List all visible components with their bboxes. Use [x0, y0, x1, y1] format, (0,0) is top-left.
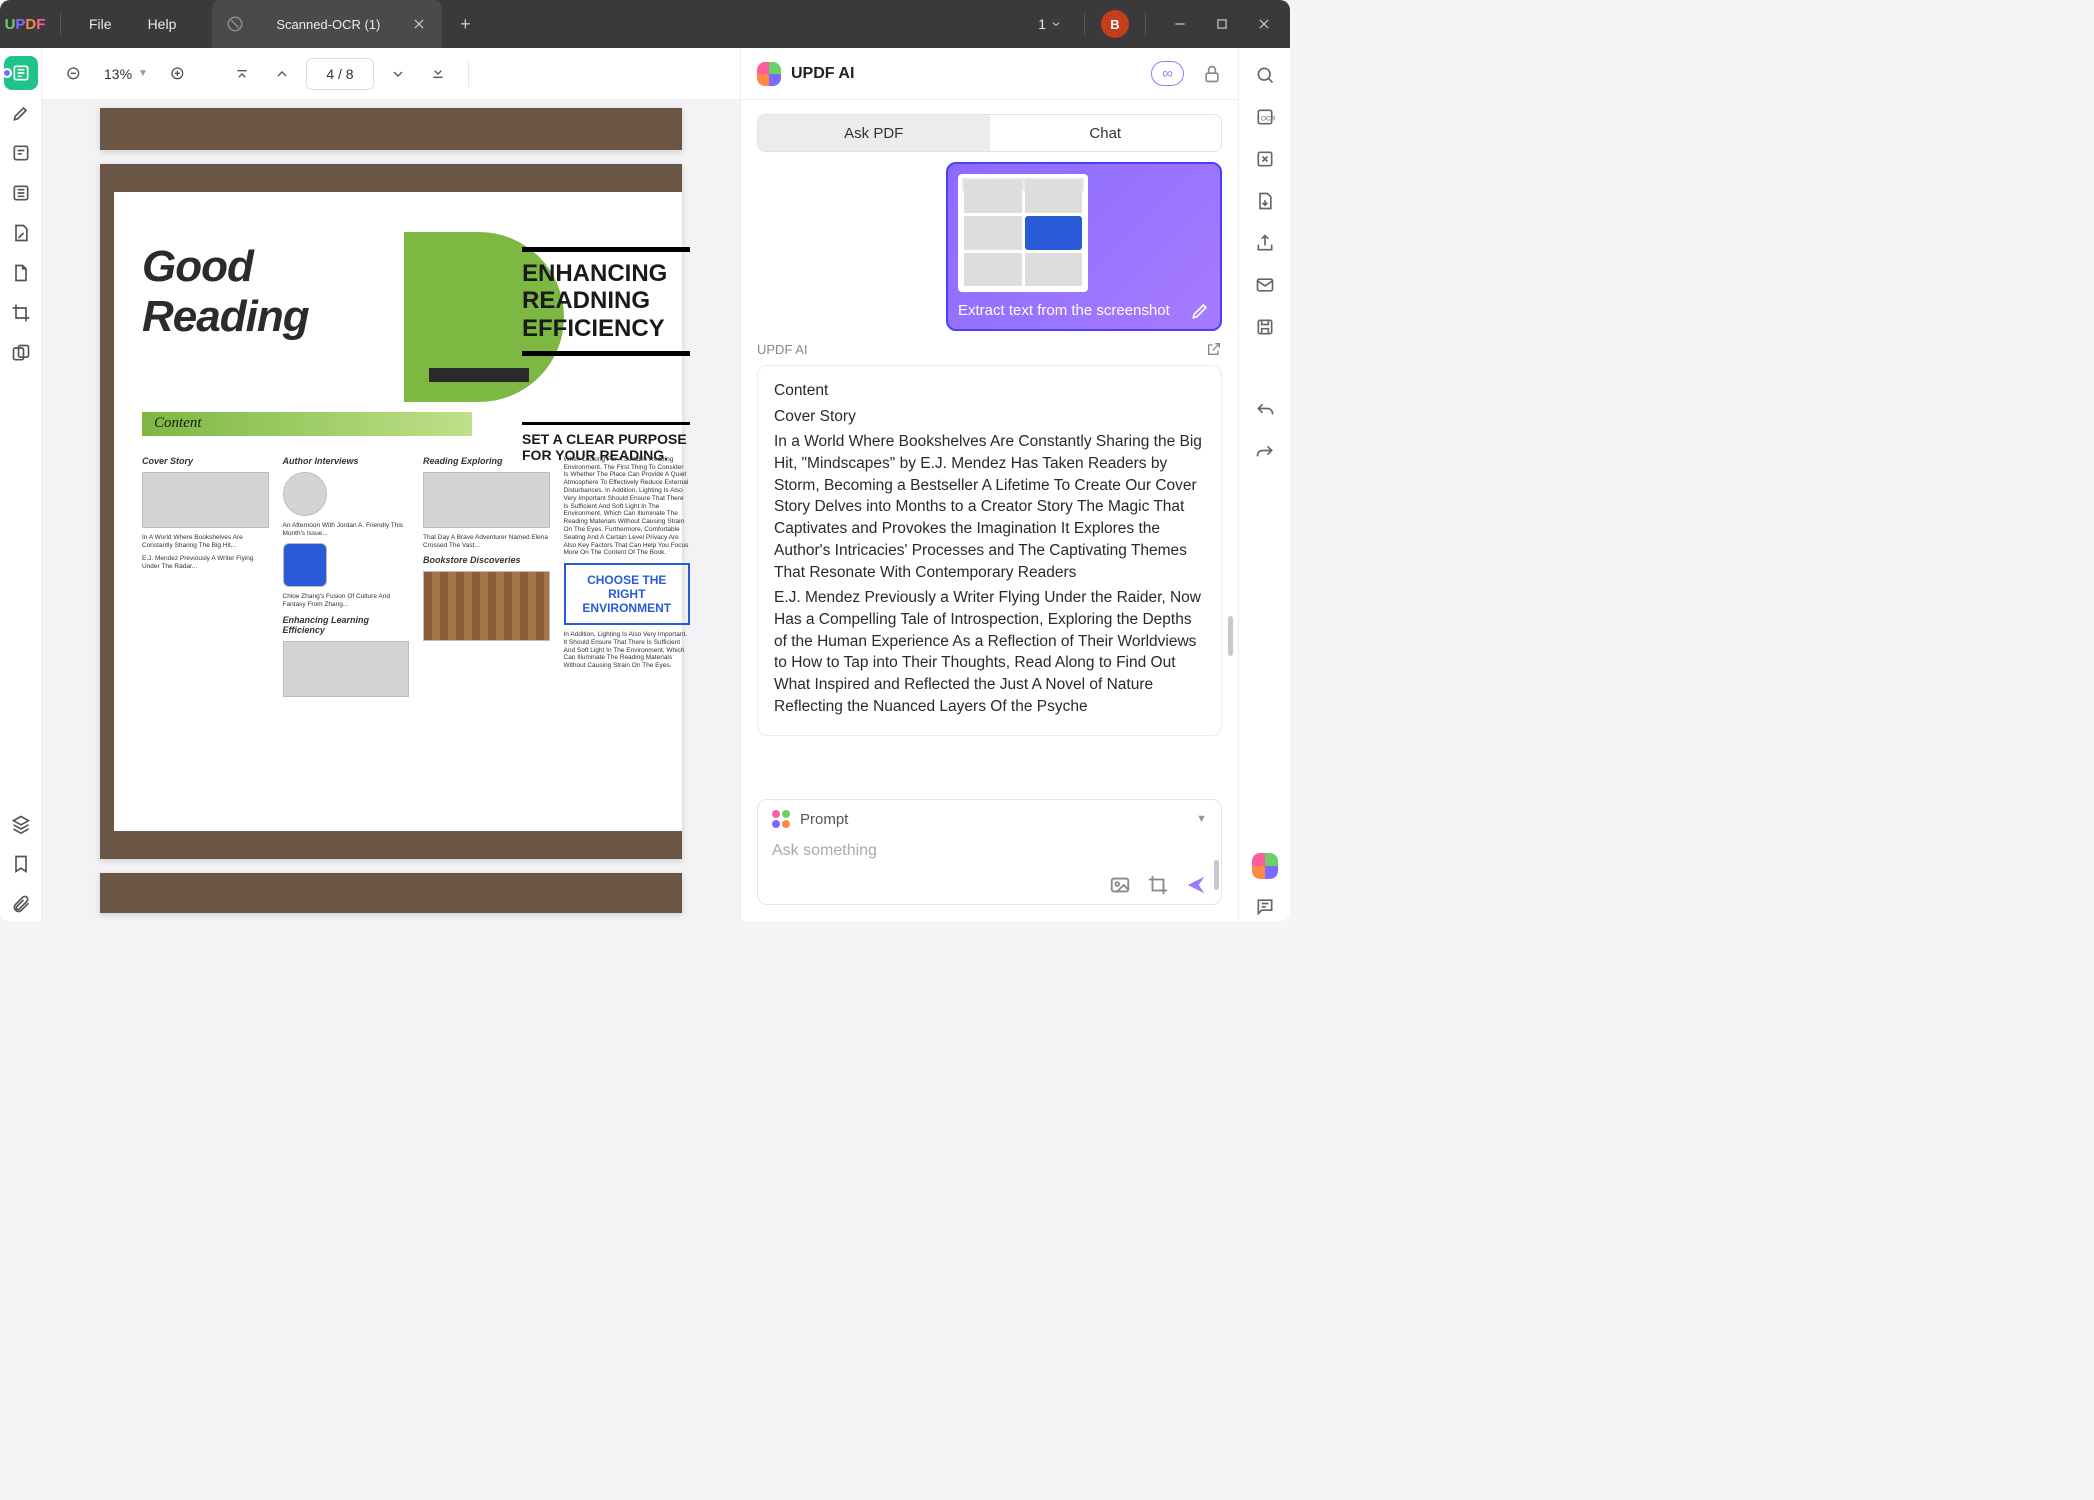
share-button[interactable] — [1250, 228, 1280, 258]
chevron-down-icon: ▼ — [1196, 813, 1207, 825]
response-line-2: Cover Story — [774, 406, 1205, 428]
unsaved-icon — [226, 15, 244, 33]
edit-text-tool[interactable] — [4, 176, 38, 210]
zoom-select[interactable]: 13% ▼ — [98, 66, 154, 82]
document-viewport[interactable]: Good Reading ENHANCING READNING EFFICIEN… — [42, 100, 740, 921]
choose-box: CHOOSE THE RIGHT ENVIRONMENT — [564, 563, 691, 625]
ai-panel: UPDF AI ∞ Ask PDF Chat Extract text from… — [740, 48, 1238, 921]
chat-input[interactable] — [772, 834, 1207, 868]
redo-button[interactable] — [1250, 438, 1280, 468]
zoom-value: 13% — [104, 66, 132, 82]
ai-logo-icon — [757, 62, 781, 86]
bookmark-button[interactable] — [4, 847, 38, 881]
prompt-selector[interactable]: Prompt ▼ — [772, 810, 1207, 828]
right-sidebar: OCR — [1238, 48, 1290, 921]
attachment-button[interactable] — [4, 887, 38, 921]
window-count-value: 1 — [1038, 16, 1046, 32]
menu-help[interactable]: Help — [130, 16, 195, 32]
undo-button[interactable] — [1250, 396, 1280, 426]
left-sidebar — [0, 48, 42, 921]
response-para-2: E.J. Mendez Previously a Writer Flying U… — [774, 587, 1205, 717]
col2-head: Author Interviews — [283, 456, 410, 466]
save-button[interactable] — [1250, 312, 1280, 342]
col2b-head: Enhancing Learning Efficiency — [283, 615, 410, 635]
document-tab[interactable]: Scanned-OCR (1) — [212, 0, 442, 48]
composer-scrollbar[interactable] — [1214, 860, 1219, 890]
close-window-button[interactable] — [1246, 6, 1282, 42]
page-tool[interactable] — [4, 216, 38, 250]
open-external-icon[interactable] — [1206, 341, 1222, 357]
app-logo: UPDF — [0, 0, 50, 48]
headline-1: Good — [142, 242, 309, 292]
export-button[interactable] — [1250, 186, 1280, 216]
first-page-button[interactable] — [226, 58, 258, 90]
ai-toggle-button[interactable] — [1252, 853, 1278, 879]
response-source-label: UPDF AI — [757, 342, 808, 357]
tab-chat[interactable]: Chat — [990, 115, 1222, 151]
zoom-in-button[interactable] — [162, 58, 194, 90]
user-avatar[interactable]: B — [1101, 10, 1129, 38]
last-page-button[interactable] — [422, 58, 454, 90]
page-next-sliver — [100, 873, 682, 913]
minimize-button[interactable] — [1162, 6, 1198, 42]
prompt-label: Prompt — [800, 811, 1186, 828]
chevron-down-icon — [1050, 18, 1062, 30]
email-button[interactable] — [1250, 270, 1280, 300]
infinity-button[interactable]: ∞ — [1151, 61, 1184, 86]
headline-2: Reading — [142, 292, 309, 342]
col4-p2: In Addition, Lighting Is Also Very Impor… — [564, 631, 691, 670]
col1-head: Cover Story — [142, 456, 269, 466]
tab-ask-pdf[interactable]: Ask PDF — [758, 115, 990, 151]
layers-button[interactable] — [4, 807, 38, 841]
window-count[interactable]: 1 — [1038, 16, 1062, 32]
attach-image-button[interactable] — [1109, 874, 1131, 896]
notes-button[interactable] — [1250, 891, 1280, 921]
chat-thread[interactable]: Extract text from the screenshot UPDF AI… — [741, 152, 1238, 787]
crop-attach-button[interactable] — [1147, 874, 1169, 896]
col3-head: Reading Exploring — [423, 456, 550, 466]
crop-tool[interactable] — [4, 296, 38, 330]
scrollbar-thumb[interactable] — [1228, 616, 1233, 656]
col4-p1: When Looking For A Suitable Reading Envi… — [564, 456, 691, 557]
tab-title: Scanned-OCR (1) — [256, 17, 400, 32]
edit-message-icon[interactable] — [1190, 301, 1210, 321]
compare-tool[interactable] — [4, 336, 38, 370]
document-area: 13%▼ 4 / 8 Good Re — [42, 48, 740, 921]
ocr-button[interactable]: OCR — [1250, 102, 1280, 132]
attached-screenshot — [958, 174, 1088, 292]
right-headline: ENHANCING READNING EFFICIENCY — [522, 247, 690, 356]
prompt-icon — [772, 810, 790, 828]
organize-tool[interactable] — [4, 256, 38, 290]
next-page-button[interactable] — [382, 58, 414, 90]
prev-page-button[interactable] — [266, 58, 298, 90]
svg-text:OCR: OCR — [1260, 115, 1274, 122]
page-4: Good Reading ENHANCING READNING EFFICIEN… — [100, 164, 682, 860]
response-line-1: Content — [774, 380, 1205, 402]
chevron-down-icon: ▼ — [138, 68, 148, 79]
user-message-text: Extract text from the screenshot — [958, 302, 1210, 319]
page-number-input[interactable]: 4 / 8 — [306, 58, 374, 90]
ai-panel-title: UPDF AI — [791, 65, 1141, 83]
convert-button[interactable] — [1250, 144, 1280, 174]
response-para-1: In a World Where Bookshelves Are Constan… — [774, 431, 1205, 583]
maximize-button[interactable] — [1204, 6, 1240, 42]
ai-mode-tabs: Ask PDF Chat — [757, 114, 1222, 152]
col3b-head: Bookstore Discoveries — [423, 555, 550, 565]
user-message: Extract text from the screenshot — [946, 162, 1222, 331]
titlebar: UPDF File Help Scanned-OCR (1) + 1 B — [0, 0, 1290, 48]
ai-response: Content Cover Story In a World Where Boo… — [757, 365, 1222, 736]
chat-composer: Prompt ▼ — [757, 799, 1222, 905]
page-prev-sliver — [100, 108, 682, 150]
highlight-tool[interactable] — [4, 96, 38, 130]
close-tab-icon[interactable] — [412, 17, 426, 31]
search-button[interactable] — [1250, 60, 1280, 90]
lock-icon[interactable] — [1202, 64, 1222, 84]
comment-tool[interactable] — [4, 136, 38, 170]
document-toolbar: 13% ▼ 4 / 8 — [42, 48, 740, 100]
menu-file[interactable]: File — [71, 16, 130, 32]
zoom-out-button[interactable] — [58, 58, 90, 90]
send-button[interactable] — [1185, 874, 1207, 896]
new-tab-button[interactable]: + — [450, 9, 480, 39]
content-bar: Content — [142, 412, 472, 436]
